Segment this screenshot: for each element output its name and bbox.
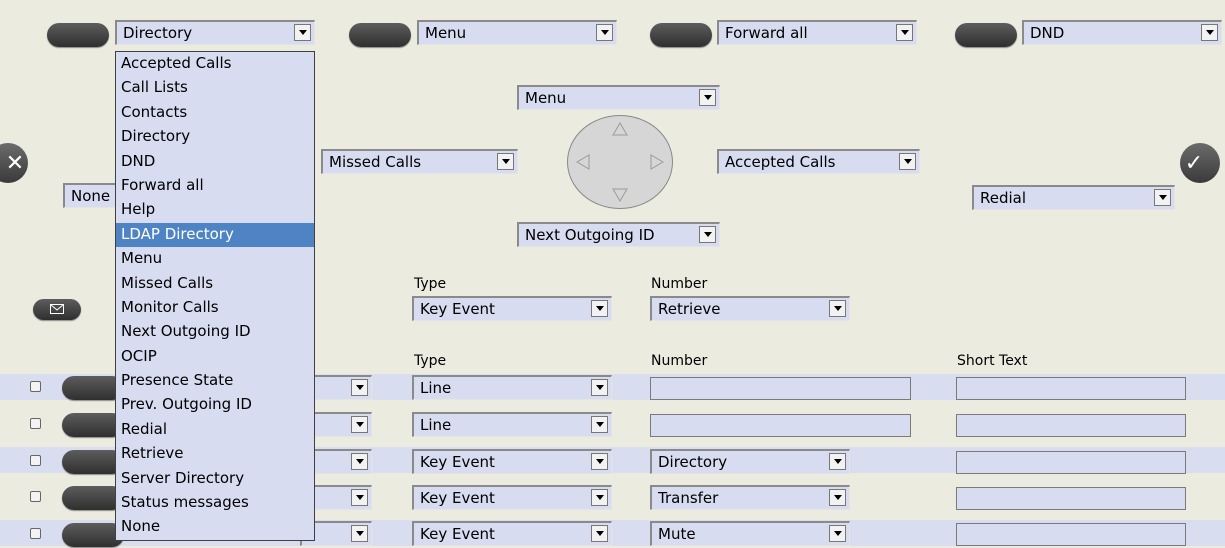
column-header-type: Type	[414, 353, 447, 369]
chevron-down-icon[interactable]	[351, 453, 368, 470]
led-indicator	[30, 528, 41, 539]
dropdown-option[interactable]: Redial	[116, 418, 314, 442]
row-type-select[interactable]: Key Event	[412, 449, 612, 474]
led-indicator	[30, 455, 41, 466]
row-type-select[interactable]: Line	[412, 412, 612, 437]
row-type-select[interactable]: Line	[412, 375, 612, 400]
dropdown-option[interactable]: Forward all	[116, 174, 314, 198]
dropdown-option-highlighted[interactable]: LDAP Directory	[116, 222, 314, 248]
function-dropdown-list[interactable]: Accepted Calls Call Lists Contacts Direc…	[115, 51, 315, 541]
chevron-down-icon[interactable]	[497, 153, 514, 170]
nav-left-select[interactable]: Missed Calls	[321, 149, 518, 174]
softkey-1-button[interactable]	[47, 23, 109, 47]
check-icon: ✓	[1184, 150, 1204, 176]
ok-button[interactable]: ✓	[1180, 143, 1220, 183]
row-short-text-input[interactable]	[956, 414, 1186, 437]
cancel-button[interactable]: ✕	[0, 143, 28, 183]
row-number-input[interactable]	[650, 414, 911, 437]
row-number-input[interactable]	[650, 377, 911, 400]
chevron-down-icon[interactable]	[699, 226, 716, 243]
nav-up-select[interactable]: Menu	[517, 85, 720, 110]
row-type-select[interactable]: Key Event	[412, 485, 612, 510]
softkey-4-select[interactable]: DND	[1022, 20, 1222, 45]
chevron-down-icon[interactable]	[591, 453, 608, 470]
led-indicator	[30, 381, 41, 392]
chevron-down-icon[interactable]	[829, 489, 846, 506]
softkey-2-button[interactable]	[349, 23, 411, 47]
chevron-down-icon[interactable]	[699, 89, 716, 106]
row-type-select[interactable]: Key Event	[412, 521, 612, 546]
led-indicator	[30, 491, 41, 502]
dropdown-option[interactable]: Contacts	[116, 101, 314, 125]
dropdown-option[interactable]: Retrieve	[116, 442, 314, 466]
chevron-down-icon[interactable]	[1154, 189, 1171, 206]
row-short-text-input[interactable]	[956, 523, 1186, 546]
dropdown-option[interactable]: Next Outgoing ID	[116, 320, 314, 344]
chevron-down-icon[interactable]	[899, 153, 916, 170]
chevron-down-icon[interactable]	[1201, 24, 1218, 41]
message-type-label: Type	[414, 276, 447, 292]
chevron-down-icon[interactable]	[351, 525, 368, 542]
ok-select[interactable]: Redial	[972, 185, 1175, 210]
dropdown-option[interactable]: Server Directory	[116, 467, 314, 491]
chevron-down-icon[interactable]	[351, 416, 368, 433]
x-icon: ✕	[5, 150, 25, 176]
dropdown-option[interactable]: Menu	[116, 247, 314, 271]
envelope-icon	[50, 304, 64, 314]
cancel-select[interactable]: None	[63, 183, 123, 208]
nav-down-select[interactable]: Next Outgoing ID	[517, 222, 720, 247]
message-type-select[interactable]: Key Event	[412, 296, 612, 321]
dropdown-option[interactable]: Presence State	[116, 369, 314, 393]
chevron-down-icon[interactable]	[829, 300, 846, 317]
row-short-text-input[interactable]	[956, 451, 1186, 474]
chevron-down-icon[interactable]	[829, 525, 846, 542]
message-number-label: Number	[651, 276, 708, 292]
dropdown-option[interactable]: DND	[116, 150, 314, 174]
dropdown-option[interactable]: Monitor Calls	[116, 296, 314, 320]
chevron-down-icon[interactable]	[591, 525, 608, 542]
nav-arrows-icon	[576, 122, 664, 202]
nav-right-select[interactable]: Accepted Calls	[717, 149, 920, 174]
chevron-down-icon[interactable]	[596, 24, 613, 41]
softkey-4-button[interactable]	[955, 23, 1017, 47]
chevron-down-icon[interactable]	[591, 489, 608, 506]
chevron-down-icon[interactable]	[896, 24, 913, 41]
softkey-3-button[interactable]	[650, 23, 712, 47]
led-indicator	[30, 418, 41, 429]
chevron-down-icon[interactable]	[294, 24, 311, 41]
navigation-ring[interactable]	[567, 115, 673, 209]
dropdown-option[interactable]: Call Lists	[116, 76, 314, 100]
row-number-select[interactable]: Directory	[650, 449, 850, 474]
chevron-down-icon[interactable]	[351, 379, 368, 396]
softkey-3-select[interactable]: Forward all	[717, 20, 917, 45]
chevron-down-icon[interactable]	[591, 416, 608, 433]
message-button[interactable]	[33, 299, 81, 320]
dropdown-option[interactable]: Missed Calls	[116, 272, 314, 296]
row-short-text-input[interactable]	[956, 377, 1186, 400]
chevron-down-icon[interactable]	[591, 300, 608, 317]
dropdown-option[interactable]: Directory	[116, 125, 314, 149]
row-number-select[interactable]: Transfer	[650, 485, 850, 510]
softkey-1-select[interactable]: Directory	[115, 20, 315, 45]
column-header-number: Number	[651, 353, 708, 369]
chevron-down-icon[interactable]	[351, 489, 368, 506]
message-number-select[interactable]: Retrieve	[650, 296, 850, 321]
dropdown-option[interactable]: None	[116, 515, 314, 539]
row-number-select[interactable]: Mute	[650, 521, 850, 546]
dropdown-option[interactable]: OCIP	[116, 345, 314, 369]
column-header-short-text: Short Text	[957, 353, 1028, 369]
chevron-down-icon[interactable]	[829, 453, 846, 470]
dropdown-option[interactable]: Prev. Outgoing ID	[116, 393, 314, 417]
dropdown-option[interactable]: Status messages	[116, 491, 314, 515]
chevron-down-icon[interactable]	[591, 379, 608, 396]
dropdown-option[interactable]: Help	[116, 198, 314, 222]
softkey-2-select[interactable]: Menu	[417, 20, 617, 45]
dropdown-option[interactable]: Accepted Calls	[116, 52, 314, 76]
row-short-text-input[interactable]	[956, 487, 1186, 510]
